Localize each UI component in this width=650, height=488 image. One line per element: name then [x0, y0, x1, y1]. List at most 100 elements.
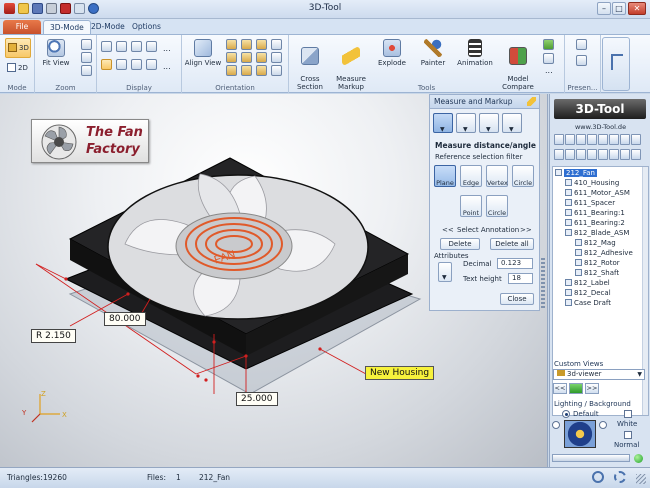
tree-tool-icon-1[interactable]: [554, 134, 564, 145]
tree-tool-icon-15[interactable]: [620, 149, 630, 160]
fit-view-button[interactable]: Fit View: [37, 39, 75, 67]
view-bottom-icon[interactable]: [241, 52, 252, 63]
delete-all-button[interactable]: Delete all: [490, 238, 534, 250]
view-add-button[interactable]: [569, 383, 583, 394]
tree-node[interactable]: 812_Adhesive: [575, 249, 633, 258]
view-right-icon[interactable]: [256, 39, 267, 50]
close-panel-button[interactable]: Close: [500, 293, 534, 305]
close-button[interactable]: ✕: [628, 2, 646, 15]
transparent-icon[interactable]: [146, 41, 157, 52]
callout-new-housing[interactable]: New Housing: [365, 366, 435, 380]
filter-edge-button[interactable]: Edge: [460, 165, 482, 187]
rotate-90-icon[interactable]: [271, 52, 282, 63]
painter-button[interactable]: Painter: [415, 39, 451, 67]
tree-node[interactable]: 812_Decal: [565, 289, 611, 298]
view-trimetric-icon[interactable]: [256, 65, 267, 76]
point-button[interactable]: Point: [460, 195, 482, 217]
tree-node[interactable]: 611_Bearing:1: [565, 209, 625, 218]
tree-tool-icon-7[interactable]: [620, 134, 630, 145]
dimension-depth[interactable]: 25.000: [236, 392, 278, 406]
tree-tool-icon-2[interactable]: [565, 134, 575, 145]
tree-node[interactable]: 212_Fan: [555, 169, 597, 178]
measure-radius-tool[interactable]: ▼: [479, 113, 499, 133]
render-icon[interactable]: [146, 59, 157, 70]
tree-node[interactable]: Case Draft: [565, 299, 611, 308]
zoom-in-icon[interactable]: [81, 39, 92, 50]
rotate-180-icon[interactable]: [271, 65, 282, 76]
tree-tool-icon-10[interactable]: [565, 149, 575, 160]
tree-tool-icon-4[interactable]: [587, 134, 597, 145]
mode-2d-button[interactable]: 2D: [5, 61, 31, 75]
tree-node[interactable]: 611_Bearing:2: [565, 219, 625, 228]
measure-angle-tool[interactable]: ▼: [456, 113, 476, 133]
panel-splitter[interactable]: [541, 258, 545, 308]
lighting-slider[interactable]: [552, 454, 630, 462]
dimension-width[interactable]: 80.000: [104, 312, 146, 326]
tree-tool-icon-16[interactable]: [631, 149, 641, 160]
filter-circle-button[interactable]: Circle: [512, 165, 534, 187]
view-left-icon[interactable]: [256, 52, 267, 63]
hidden-lines-icon[interactable]: [131, 41, 142, 52]
measure-distance-tool[interactable]: ▼: [433, 113, 453, 133]
zoom-window-icon[interactable]: [81, 52, 92, 63]
tab-options[interactable]: Options: [126, 20, 167, 34]
explode-button[interactable]: Explode: [374, 39, 410, 67]
search-model-icon[interactable]: [543, 53, 554, 64]
animation-button[interactable]: Animation: [455, 39, 495, 67]
section-display-icon[interactable]: [116, 59, 127, 70]
markup-tool[interactable]: ▼: [502, 113, 522, 133]
presentation-settings-icon[interactable]: [576, 55, 587, 66]
delete-button[interactable]: Delete: [440, 238, 480, 250]
view-front-icon[interactable]: [226, 39, 237, 50]
next-annotation-button[interactable]: >>: [520, 226, 532, 234]
text-height-select[interactable]: 18: [508, 273, 533, 284]
tree-tool-icon-8[interactable]: [631, 134, 641, 145]
tree-node[interactable]: 410_Housing: [565, 179, 619, 188]
tree-tool-icon-9[interactable]: [554, 149, 564, 160]
white-background-checkbox[interactable]: [624, 410, 632, 418]
tree-node[interactable]: 812_Mag: [575, 239, 616, 248]
filter-plane-button[interactable]: Plane: [434, 165, 456, 187]
tab-3d-mode[interactable]: 3D-Mode: [43, 20, 91, 34]
email-icon[interactable]: [543, 39, 554, 50]
lighting-default-radio[interactable]: [562, 410, 570, 418]
prev-annotation-button[interactable]: <<: [442, 226, 454, 234]
lighting-right-radio[interactable]: [599, 421, 607, 429]
filter-vertex-button[interactable]: Vertex: [486, 165, 508, 187]
attributes-style-button[interactable]: ▼: [438, 262, 452, 282]
tree-tool-icon-13[interactable]: [598, 149, 608, 160]
tree-tool-icon-11[interactable]: [576, 149, 586, 160]
presentation-monitor-icon[interactable]: [576, 39, 587, 50]
view-top-icon[interactable]: [241, 39, 252, 50]
display-more-button[interactable]: ...: [163, 44, 171, 53]
brand-url[interactable]: www.3D-Tool.de: [550, 123, 650, 131]
align-view-button[interactable]: Align View: [184, 39, 222, 67]
tab-file[interactable]: File: [3, 20, 41, 34]
view-back-icon[interactable]: [226, 52, 237, 63]
tree-node[interactable]: 611_Spacer: [565, 199, 615, 208]
view-next-button[interactable]: >>: [585, 383, 599, 394]
lighting-left-radio[interactable]: [552, 421, 560, 429]
tree-tool-icon-12[interactable]: [587, 149, 597, 160]
tree-node[interactable]: 812_Blade_ASM: [565, 229, 629, 238]
view-dimetric-icon[interactable]: [241, 65, 252, 76]
minimize-button[interactable]: –: [597, 2, 611, 15]
edges-icon[interactable]: [101, 59, 112, 70]
custom-view-select[interactable]: 3d-viewer ▼: [553, 369, 645, 380]
tools-more-button[interactable]: ...: [545, 66, 553, 75]
zoom-out-icon[interactable]: [81, 65, 92, 76]
resize-grip-icon[interactable]: [636, 474, 646, 484]
dimension-radius[interactable]: R 2.150: [31, 329, 76, 343]
view-cube-icon[interactable]: [226, 65, 237, 76]
tree-tool-icon-6[interactable]: [609, 134, 619, 145]
tree-node[interactable]: 812_Rotor: [575, 259, 620, 268]
shaded-icon[interactable]: [101, 41, 112, 52]
zoom-status-icon[interactable]: [592, 471, 604, 483]
tree-node[interactable]: 812_Shaft: [575, 269, 619, 278]
tab-2d-mode[interactable]: 2D-Mode: [85, 20, 131, 34]
refresh-status-icon[interactable]: [614, 471, 626, 483]
tree-node[interactable]: 812_Label: [565, 279, 610, 288]
tree-node[interactable]: 611_Motor_ASM: [565, 189, 630, 198]
mode-3d-button[interactable]: 3D: [5, 38, 31, 58]
decimal-select[interactable]: 0.123: [497, 258, 533, 269]
